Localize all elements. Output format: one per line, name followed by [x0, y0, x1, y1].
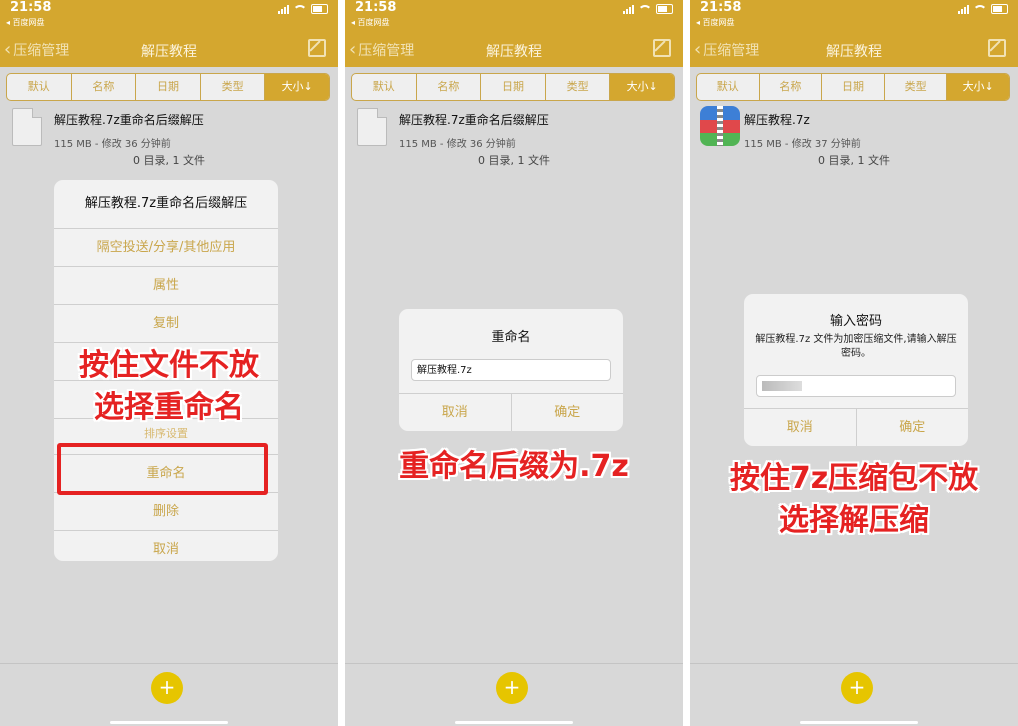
home-indicator — [110, 721, 228, 724]
sort-tab-date[interactable]: 日期 — [481, 74, 546, 100]
battery-icon — [656, 4, 673, 14]
nav-title: 解压教程 — [486, 44, 542, 60]
sort-tab-size[interactable]: 大小↓ — [265, 74, 329, 100]
password-dialog-title: 输入密码 — [829, 314, 882, 329]
archive-icon[interactable] — [700, 106, 740, 146]
status-time: 21:58 — [355, 0, 397, 15]
toolbar-divider — [0, 663, 338, 664]
action-cancel[interactable]: 取消 — [54, 531, 278, 561]
wifi-icon — [638, 4, 652, 14]
action-delete[interactable]: 删除 — [54, 493, 278, 531]
top-bar: 21:58 ◂ 百度网盘 ‹ 压缩管理 解压教程 — [0, 0, 338, 67]
signal-icon — [958, 4, 969, 14]
annotation-line-1: 按住文件不放 — [79, 348, 259, 383]
sort-tab-type[interactable]: 类型 — [546, 74, 611, 100]
signal-icon — [278, 4, 289, 14]
directory-info: 0 目录, 1 文件 — [133, 154, 205, 167]
dialog-buttons: 取消 确定 — [744, 408, 968, 446]
directory-info: 0 目录, 1 文件 — [478, 154, 550, 167]
sort-tab-name[interactable]: 名称 — [72, 74, 137, 100]
toolbar-divider — [345, 663, 683, 664]
sort-tab-size[interactable]: 大小↓ — [947, 74, 1009, 100]
add-button[interactable]: + — [151, 672, 183, 704]
confirm-button[interactable]: 确定 — [512, 394, 624, 431]
annotation-line-2: 选择解压缩 — [779, 503, 929, 538]
edit-icon[interactable] — [308, 39, 326, 57]
action-copy[interactable]: 复制 — [54, 305, 278, 343]
sort-tab-name[interactable]: 名称 — [417, 74, 482, 100]
highlight-rectangle — [57, 443, 268, 495]
annotation-text: 按住文件不放 选择重命名 — [0, 345, 338, 429]
home-indicator — [455, 721, 573, 724]
top-bar: 21:58 ◂ 百度网盘 ‹ 压缩管理 解压教程 — [690, 0, 1018, 67]
password-dialog-message: 解压教程.7z 文件为加密压缩文件,请输入解压密码。 — [755, 334, 957, 359]
status-icons — [623, 4, 673, 14]
confirm-button[interactable]: 确定 — [857, 409, 969, 446]
add-button[interactable]: + — [841, 672, 873, 704]
annotation-text: 重命名后缀为.7z — [399, 449, 629, 484]
annotation-text: 按住7z压缩包不放 选择解压缩 — [690, 458, 1018, 542]
file-name[interactable]: 解压教程.7z重命名后缀解压 — [399, 111, 549, 128]
sort-tab-type[interactable]: 类型 — [885, 74, 948, 100]
action-sheet-title: 解压教程.7z重命名后缀解压 — [54, 180, 278, 229]
nav-title: 解压教程 — [826, 44, 882, 60]
sort-segmented-control: 默认 名称 日期 类型 大小↓ — [696, 73, 1010, 101]
directory-info: 0 目录, 1 文件 — [818, 154, 890, 167]
file-meta: 115 MB - 修改 37 分钟前 — [744, 139, 861, 150]
rename-dialog: 重命名 解压教程.7z 取消 确定 — [399, 309, 623, 431]
masked-password — [762, 381, 802, 391]
status-time: 21:58 — [700, 0, 742, 15]
sort-tab-date[interactable]: 日期 — [822, 74, 885, 100]
top-bar: 21:58 ◂ 百度网盘 ‹ 压缩管理 解压教程 — [345, 0, 683, 67]
battery-icon — [991, 4, 1008, 14]
rename-input[interactable]: 解压教程.7z — [411, 359, 611, 381]
rename-dialog-title: 重命名 — [491, 330, 531, 345]
password-dialog: 输入密码 解压教程.7z 文件为加密压缩文件,请输入解压密码。 取消 确定 — [744, 294, 968, 446]
home-indicator — [800, 721, 918, 724]
status-icons — [958, 4, 1008, 14]
sort-tab-default[interactable]: 默认 — [7, 74, 72, 100]
nav-title: 解压教程 — [141, 44, 197, 60]
status-time: 21:58 — [10, 0, 52, 15]
document-icon[interactable] — [12, 108, 42, 146]
action-share[interactable]: 隔空投送/分享/其他应用 — [54, 229, 278, 267]
cancel-button[interactable]: 取消 — [744, 409, 857, 446]
wifi-icon — [293, 4, 307, 14]
wifi-icon — [973, 4, 987, 14]
sort-tab-size[interactable]: 大小↓ — [610, 74, 674, 100]
file-name[interactable]: 解压教程.7z重命名后缀解压 — [54, 111, 204, 128]
sort-tab-type[interactable]: 类型 — [201, 74, 266, 100]
action-properties[interactable]: 属性 — [54, 267, 278, 305]
sort-tab-date[interactable]: 日期 — [136, 74, 201, 100]
sort-segmented-control: 默认 名称 日期 类型 大小↓ — [6, 73, 330, 101]
sort-tab-name[interactable]: 名称 — [760, 74, 823, 100]
phone-screen-2: 21:58 ◂ 百度网盘 ‹ 压缩管理 解压教程 默认 名称 日期 类型 大小↓ … — [345, 0, 683, 726]
back-to-app-link[interactable]: ◂ 百度网盘 — [351, 17, 390, 28]
phone-screen-1: 21:58 ◂ 百度网盘 ‹ 压缩管理 解压教程 默认 名称 日期 类型 大小↓ … — [0, 0, 338, 726]
sort-segmented-control: 默认 名称 日期 类型 大小↓ — [351, 73, 675, 101]
edit-icon[interactable] — [988, 39, 1006, 57]
back-to-app-link[interactable]: ◂ 百度网盘 — [696, 17, 735, 28]
phone-screen-3: 21:58 ◂ 百度网盘 ‹ 压缩管理 解压教程 默认 名称 日期 类型 大小↓ … — [690, 0, 1018, 726]
annotation-line-1: 按住7z压缩包不放 — [729, 461, 979, 496]
status-icons — [278, 4, 328, 14]
back-to-app-link[interactable]: ◂ 百度网盘 — [6, 17, 45, 28]
dialog-buttons: 取消 确定 — [399, 393, 623, 431]
toolbar-divider — [690, 663, 1018, 664]
password-input[interactable] — [756, 375, 956, 397]
file-meta: 115 MB - 修改 36 分钟前 — [399, 139, 516, 150]
file-meta: 115 MB - 修改 36 分钟前 — [54, 139, 171, 150]
tutorial-collage: 21:58 ◂ 百度网盘 ‹ 压缩管理 解压教程 默认 名称 日期 类型 大小↓ … — [0, 0, 1018, 726]
annotation-line-2: 选择重命名 — [94, 390, 244, 425]
signal-icon — [623, 4, 634, 14]
document-icon[interactable] — [357, 108, 387, 146]
sort-tab-default[interactable]: 默认 — [697, 74, 760, 100]
add-button[interactable]: + — [496, 672, 528, 704]
battery-icon — [311, 4, 328, 14]
file-name[interactable]: 解压教程.7z — [744, 111, 810, 128]
sort-tab-default[interactable]: 默认 — [352, 74, 417, 100]
edit-icon[interactable] — [653, 39, 671, 57]
cancel-button[interactable]: 取消 — [399, 394, 512, 431]
